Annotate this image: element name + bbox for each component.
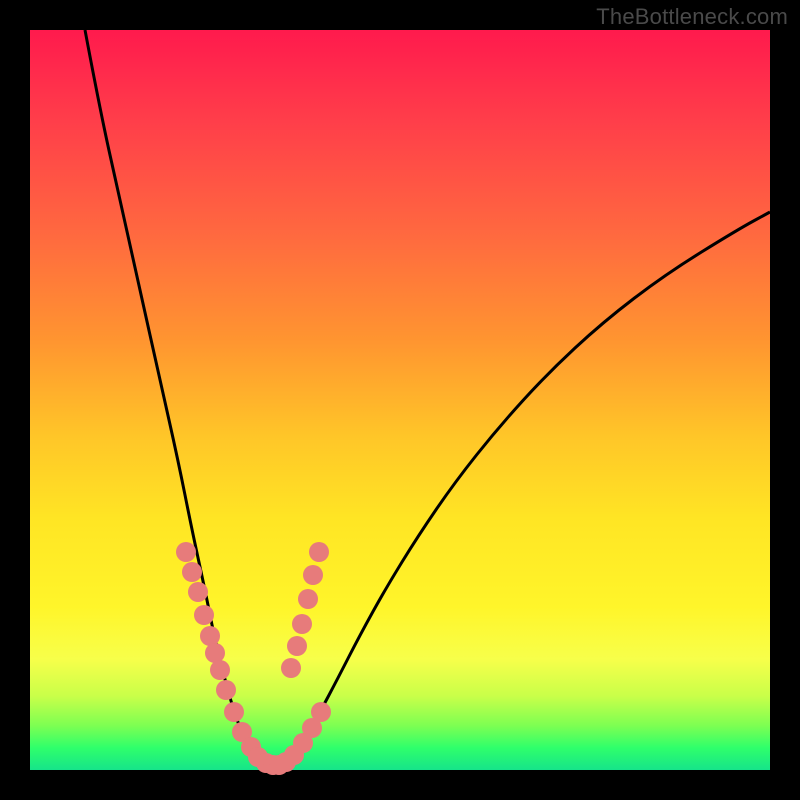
data-dot [303, 565, 323, 585]
data-dot [188, 582, 208, 602]
data-dots-group [176, 542, 331, 775]
data-dot [309, 542, 329, 562]
data-dot [281, 658, 301, 678]
data-dot [287, 636, 307, 656]
data-dot [298, 589, 318, 609]
data-dot [200, 626, 220, 646]
data-dot [205, 643, 225, 663]
data-dot [182, 562, 202, 582]
data-dot [176, 542, 196, 562]
data-dot [194, 605, 214, 625]
plot-area [30, 30, 770, 770]
data-dot [292, 614, 312, 634]
chart-frame: TheBottleneck.com [0, 0, 800, 800]
data-dot [210, 660, 230, 680]
bottleneck-curve [85, 30, 770, 764]
data-dot [216, 680, 236, 700]
watermark-text: TheBottleneck.com [596, 4, 788, 30]
bottleneck-curve-svg [30, 30, 770, 770]
data-dot [224, 702, 244, 722]
data-dot [311, 702, 331, 722]
